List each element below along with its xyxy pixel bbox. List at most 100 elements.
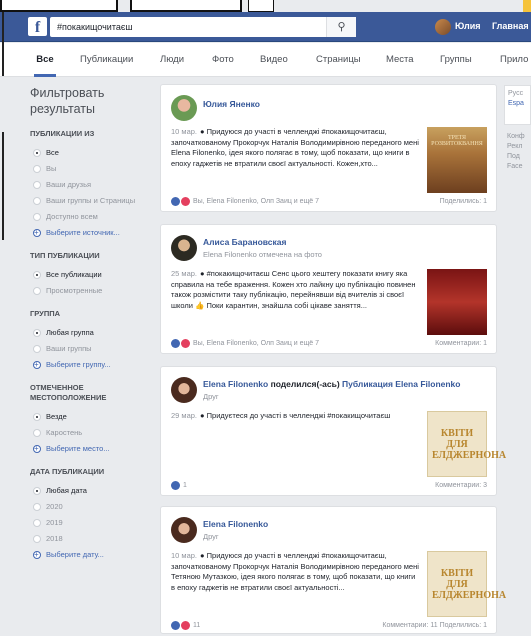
filter-group-date: ДАТА ПУБЛИКАЦИИ Любая дата 2020 2019 201…: [30, 467, 155, 563]
post-author[interactable]: Elena Filonenko: [203, 519, 268, 529]
avatar[interactable]: [435, 19, 451, 35]
filter-option[interactable]: Любая дата: [30, 483, 155, 499]
search-input[interactable]: #покакищочитаєш: [50, 17, 356, 37]
avatar[interactable]: [171, 517, 197, 543]
tab-apps[interactable]: Прило: [500, 43, 528, 77]
footer-link[interactable]: Рекл: [507, 142, 528, 152]
tab-places[interactable]: Места: [386, 43, 414, 77]
comment-count[interactable]: Комментарии: 3: [435, 479, 487, 493]
post-image[interactable]: [427, 269, 487, 335]
filter-option-label: Везде: [46, 412, 67, 421]
tab-groups[interactable]: Группы: [440, 43, 472, 77]
post-body: Придуюся до участі в челленджі #покакищо…: [171, 127, 419, 168]
radio-icon: [33, 197, 41, 205]
tab-posts[interactable]: Публикации: [80, 43, 133, 77]
author-link[interactable]: Elena Filonenko: [203, 379, 268, 389]
filter-option[interactable]: Ваши друзья: [30, 177, 155, 193]
filter-option[interactable]: Везде: [30, 409, 155, 425]
window-fragment: [0, 0, 118, 12]
tab-videos[interactable]: Видео: [260, 43, 288, 77]
annotation-bracket: [2, 132, 4, 240]
filter-option[interactable]: Ваши группы и Страницы: [30, 193, 155, 209]
tab-pages[interactable]: Страницы: [316, 43, 361, 77]
filter-more-label: Выберите группу...: [46, 360, 111, 369]
filter-heading: ОТМЕЧЕННОЕ МЕСТОПОЛОЖЕНИЕ: [30, 383, 107, 402]
filter-more-link[interactable]: Выберите место...: [30, 441, 155, 457]
footer-link[interactable]: Под: [507, 152, 528, 162]
post-footer: 11 Комментарии: 11 Поделились: 1: [171, 619, 487, 633]
post-body: #покакищочитаєш Сенс цього хештегу показ…: [171, 269, 416, 310]
post-date[interactable]: 10 мар.: [171, 127, 197, 136]
filter-group-group: ГРУППА Любая группа Ваши группы Выберите…: [30, 309, 155, 373]
reaction-summary[interactable]: Вы, Elena Filonenko, Олп Заиц и ещё 7: [193, 198, 319, 205]
filter-option-label: Просмотренные: [46, 286, 103, 295]
filter-group-source: ПУБЛИКАЦИИ ИЗ Все Вы Ваши друзья Ваши гр…: [30, 129, 155, 241]
footer-link[interactable]: Конф: [507, 132, 528, 142]
share-count[interactable]: Поделились: 1: [440, 195, 487, 209]
filter-option[interactable]: Каростень: [30, 425, 155, 441]
radio-icon: [33, 345, 41, 353]
post-text: 10 мар. ● Придуюся до участі в челленджі …: [171, 551, 421, 593]
reaction-summary[interactable]: 1: [183, 482, 187, 489]
post-date[interactable]: 25 мар.: [171, 269, 197, 278]
reaction-summary[interactable]: Вы, Elena Filonenko, Олп Заиц и ещё 7: [193, 340, 319, 347]
filter-option[interactable]: Просмотренные: [30, 283, 155, 299]
facebook-logo[interactable]: f: [28, 17, 47, 36]
footer-link[interactable]: Face: [507, 162, 528, 172]
filter-panel: Фильтровать результаты ПУБЛИКАЦИИ ИЗ Все…: [30, 85, 155, 573]
filter-option-label: Ваши друзья: [46, 180, 92, 189]
filter-option[interactable]: Доступно всем: [30, 209, 155, 225]
filter-more-link[interactable]: Выберите дату...: [30, 547, 155, 563]
filter-option[interactable]: 2019: [30, 515, 155, 531]
post-author[interactable]: Алиса Барановская: [203, 237, 286, 247]
language-box: Русс Espa: [504, 85, 531, 125]
post-footer: Вы, Elena Filonenko, Олп Заиц и ещё 7 По…: [171, 195, 487, 209]
radio-icon: [33, 149, 41, 157]
tab-all[interactable]: Все: [34, 43, 56, 77]
avatar[interactable]: [171, 377, 197, 403]
post-author[interactable]: Юлия Яненко: [203, 99, 260, 109]
radio-icon: [33, 413, 41, 421]
language-link[interactable]: Espa: [508, 99, 527, 109]
post-date[interactable]: 29 мар.: [171, 411, 197, 420]
filter-more-link[interactable]: Выберите группу...: [30, 357, 155, 373]
top-bar: f #покакищочитаєш ⚲ Юлия Главная: [0, 12, 531, 42]
radio-icon: [33, 329, 41, 337]
shared-target-link[interactable]: Публикация Elena Filonenko: [342, 379, 460, 389]
like-reaction-icon: [171, 338, 180, 348]
avatar[interactable]: [171, 235, 197, 261]
tab-photos[interactable]: Фото: [212, 43, 234, 77]
post-body: Придуєтеся до участі в челленджі #покаки…: [206, 411, 391, 420]
filter-option-label: 2018: [46, 534, 63, 543]
plus-icon: [33, 225, 41, 241]
filter-heading: ГРУППА: [30, 309, 61, 318]
comment-count[interactable]: Комментарии: 1: [435, 337, 487, 351]
comment-count[interactable]: Комментарии: 11 Поделились: 1: [382, 619, 487, 633]
search-icon[interactable]: ⚲: [326, 17, 356, 37]
filter-more-link[interactable]: Выберите источник...: [30, 225, 155, 241]
filter-option[interactable]: 2018: [30, 531, 155, 547]
filter-option-label: Ваши группы и Страницы: [46, 196, 136, 205]
avatar[interactable]: [171, 95, 197, 121]
post-image[interactable]: КВІТИ ДЛЯ ЕЛДЖЕРНОНА: [427, 411, 506, 477]
tab-people[interactable]: Люди: [160, 43, 184, 77]
home-link[interactable]: Главная: [492, 21, 529, 31]
filter-option[interactable]: Ваши группы: [30, 341, 155, 357]
post-image[interactable]: ТРЕТЯ РОЗВИТОКВАННЯ: [427, 127, 487, 193]
filter-option[interactable]: 2020: [30, 499, 155, 515]
filter-option[interactable]: Все: [30, 145, 155, 161]
globe-icon: ●: [200, 127, 207, 136]
post-author: Elena Filonenko поделился(-ась) Публикац…: [203, 379, 460, 389]
filter-group-type: Тип публикации Все публикации Просмотрен…: [30, 251, 155, 299]
filter-option[interactable]: Вы: [30, 161, 155, 177]
post-date[interactable]: 10 мар.: [171, 551, 197, 560]
globe-icon: ●: [200, 551, 207, 560]
profile-link[interactable]: Юлия: [455, 21, 481, 31]
filter-option[interactable]: Все публикации: [30, 267, 155, 283]
radio-icon: [33, 165, 41, 173]
post-text: 25 мар. ● #покакищочитаєш Сенс цього хешт…: [171, 269, 421, 311]
filter-option[interactable]: Любая группа: [30, 325, 155, 341]
post-image[interactable]: КВІТИ ДЛЯ ЕЛДЖЕРНОНА: [427, 551, 506, 617]
reaction-summary[interactable]: 11: [193, 622, 200, 629]
filter-option-label: Все: [46, 148, 59, 157]
